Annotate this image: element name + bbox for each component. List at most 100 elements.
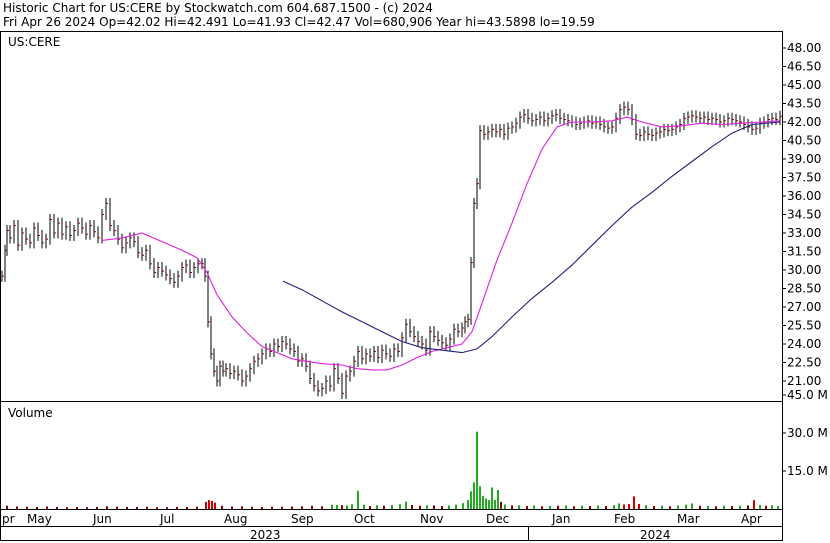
month-label: Feb [614, 512, 635, 526]
month-label: Nov [420, 512, 443, 526]
volume-bar [661, 505, 663, 509]
month-label: Sep [291, 512, 314, 526]
volume-bar [301, 506, 303, 509]
volume-bar [715, 506, 717, 509]
volume-bar [208, 500, 210, 509]
volume-bar [589, 505, 591, 509]
volume-bar [467, 500, 469, 509]
volume-bar [533, 505, 535, 509]
volume-bar [231, 506, 233, 509]
price-tick-label: 28.50 [787, 282, 821, 296]
volume-bar [116, 506, 118, 509]
volume-bar [6, 505, 8, 509]
volume-bar [605, 505, 607, 509]
year-axis: 2023 2024 [250, 528, 671, 542]
month-label: pr [2, 512, 15, 526]
volume-bar [633, 496, 635, 509]
volume-bar [211, 500, 213, 509]
volume-bar [504, 504, 506, 509]
month-label: Mar [677, 512, 700, 526]
volume-bar [645, 505, 647, 509]
volume-bar [311, 505, 313, 509]
volume-axis: 45.0 M 30.0 M 15.0 M [782, 388, 828, 478]
volume-bar [491, 487, 493, 509]
volume-bar [448, 505, 450, 509]
volume-tick-label: 45.0 M [787, 388, 828, 402]
price-tick-label: 34.50 [787, 208, 821, 222]
volume-bar [281, 506, 283, 509]
volume-bar [777, 505, 779, 509]
volume-bar [731, 505, 733, 509]
price-tick-label: 46.50 [787, 60, 821, 74]
volume-bar [411, 504, 413, 509]
volume-bar [707, 505, 709, 509]
volume-bar [86, 507, 88, 509]
month-label: Jan [551, 512, 571, 526]
price-tick-label: 33.00 [787, 226, 821, 240]
volume-bar [638, 503, 640, 509]
volume-bar [753, 500, 755, 509]
volume-bar [470, 491, 472, 509]
volume-bar [482, 495, 484, 509]
volume-bar [399, 504, 401, 509]
volume-bar [291, 506, 293, 509]
volume-bar [618, 503, 620, 509]
volume-bar [500, 501, 502, 509]
year-label: 2024 [640, 528, 671, 542]
volume-bar [511, 505, 513, 509]
price-tick-label: 24.00 [787, 337, 821, 351]
year-label: 2023 [250, 528, 281, 542]
volume-bar [573, 506, 575, 509]
volume-bar [16, 506, 18, 509]
volume-bar [479, 486, 481, 509]
volume-bar [518, 505, 520, 509]
price-tick-label: 31.50 [787, 245, 821, 259]
price-tick-label: 42.00 [787, 115, 821, 129]
volume-bar [341, 505, 343, 509]
volume-bar [759, 504, 761, 509]
moving-average-line [282, 121, 781, 354]
month-label: Jun [92, 512, 112, 526]
volume-bar [391, 504, 393, 509]
volume-bar [669, 506, 671, 509]
month-label: Aug [224, 512, 247, 526]
volume-bar [485, 498, 487, 509]
volume-bar [691, 503, 693, 509]
price-tick-label: 43.50 [787, 97, 821, 111]
volume-bar [176, 506, 178, 509]
volume-bar [156, 507, 158, 509]
volume-bar [376, 505, 378, 509]
volume-bar [771, 505, 773, 509]
volume-bar [488, 500, 490, 509]
month-label: Jul [159, 512, 174, 526]
volume-bar [765, 505, 767, 509]
volume-tick-label: 30.0 M [787, 426, 828, 440]
volume-bar [723, 505, 725, 509]
volume-bar [476, 431, 478, 509]
volume-bar [653, 505, 655, 509]
chart-frame [0, 31, 783, 541]
month-label: Dec [486, 512, 509, 526]
month-label: Apr [741, 512, 762, 526]
volume-bar [221, 505, 223, 509]
price-tick-label: 25.50 [787, 319, 821, 333]
volume-bar [46, 506, 48, 509]
volume-tick-label: 15.0 M [787, 464, 828, 478]
volume-bar [26, 506, 28, 509]
volume-bar [205, 501, 207, 509]
volume-bar [462, 503, 464, 509]
volume-bar [613, 505, 615, 509]
volume-bar [106, 506, 108, 509]
volume-bar [261, 506, 263, 509]
volume-bar [494, 499, 496, 509]
volume-bar [136, 506, 138, 509]
price-tick-label: 21.00 [787, 374, 821, 388]
volume-bar [56, 506, 58, 509]
price-bars [1, 101, 782, 399]
moving-average-line [101, 116, 781, 371]
price-tick-label: 39.00 [787, 152, 821, 166]
volume-bar [419, 505, 421, 509]
price-tick-label: 30.00 [787, 263, 821, 277]
volume-bar [331, 504, 333, 509]
volume-bar [214, 502, 216, 509]
